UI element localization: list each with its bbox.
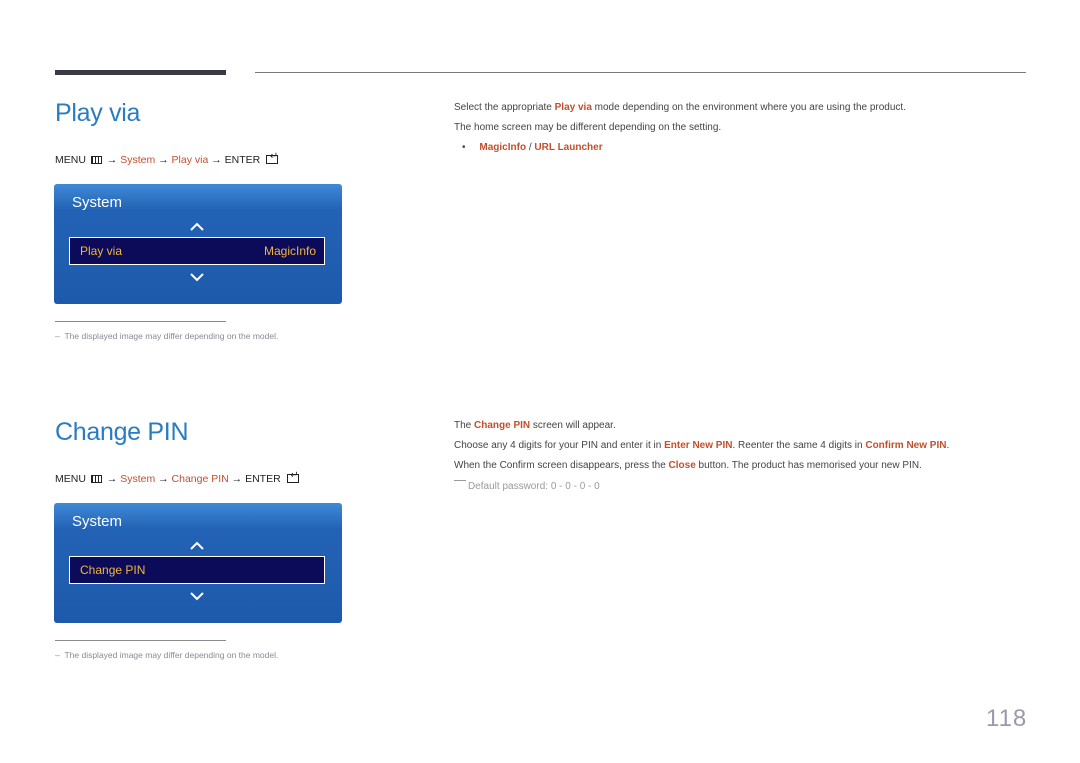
arrow: → (231, 473, 243, 485)
footnote-rule (55, 321, 226, 322)
description-line-1: Select the appropriate Play via mode dep… (454, 102, 906, 113)
text: The (454, 420, 475, 431)
arrow: → (158, 154, 169, 166)
footnote-rule (55, 640, 226, 641)
footnote: – The displayed image may differ dependi… (55, 331, 278, 341)
text: . (946, 440, 950, 451)
chevron-up-icon (190, 222, 204, 231)
description-line-2: The home screen may be different dependi… (454, 122, 722, 133)
chevron-down-icon (190, 273, 204, 282)
osd-row-value: MagicInfo (263, 244, 316, 258)
enter-icon (286, 470, 299, 483)
highlight: Play via (554, 102, 592, 113)
enter-label: ENTER (224, 154, 261, 166)
heading-play-via: Play via (55, 99, 141, 127)
osd-panel-play-via: System Play via MagicInfo (54, 184, 342, 304)
menu-grid-icon (90, 156, 102, 164)
note-default-password: Default password: 0 - 0 - 0 - 0 (454, 480, 600, 492)
heading-change-pin: Change PIN (55, 418, 189, 446)
text: button. The product has memorised your n… (695, 460, 922, 471)
osd-row-label: Change PIN (80, 563, 146, 577)
option-magicinfo: MagicInfo (479, 142, 527, 153)
menu-system: System (120, 154, 156, 166)
option-bullet: • MagicInfo / URL Launcher (462, 142, 603, 153)
menu-item: Play via (171, 154, 209, 166)
osd-title: System (72, 194, 123, 211)
menu-system: System (120, 473, 156, 485)
text: Select the appropriate (454, 102, 555, 113)
section-rule-thin (255, 72, 1026, 73)
osd-panel-change-pin: System Change PIN (54, 503, 342, 623)
osd-selected-row: Play via MagicInfo (69, 237, 325, 265)
osd-row-label: Play via (80, 244, 123, 258)
section-rule-thick (55, 70, 226, 75)
note-text: Default password: 0 - 0 - 0 - 0 (468, 481, 600, 492)
chevron-up-icon (190, 541, 204, 550)
osd-selected-row: Change PIN (69, 556, 325, 584)
osd-title: System (72, 513, 123, 530)
arrow: → (211, 154, 222, 166)
text: Choose any 4 digits for your PIN and ent… (454, 440, 665, 451)
highlight: Enter New PIN (664, 440, 733, 451)
text: screen will appear. (530, 420, 616, 431)
menu-path-play-via: MENU → System → Play via → ENTER (55, 151, 279, 166)
menu-grid-icon (90, 475, 102, 483)
text: mode depending on the environment where … (591, 102, 906, 113)
arrow: → (158, 473, 169, 485)
description-line-3: When the Confirm screen disappears, pres… (454, 460, 922, 471)
highlight: Change PIN (474, 420, 531, 431)
description-line-2: Choose any 4 digits for your PIN and ent… (454, 440, 949, 451)
chevron-down-icon (190, 592, 204, 601)
footnote-text: The displayed image may differ depending… (64, 331, 279, 341)
text: When the Confirm screen disappears, pres… (454, 460, 669, 471)
arrow: → (106, 473, 118, 485)
menu-item: Change PIN (171, 473, 229, 485)
enter-icon (266, 151, 279, 164)
text: . Reenter the same 4 digits in (732, 440, 866, 451)
menu-path-change-pin: MENU → System → Change PIN → ENTER (55, 470, 299, 485)
menu-label: MENU (55, 473, 86, 485)
arrow: → (106, 154, 118, 166)
menu-label: MENU (55, 154, 86, 166)
highlight: Close (668, 460, 696, 471)
page-number: 118 (986, 705, 1028, 732)
enter-label: ENTER (245, 473, 281, 485)
footnote-text: The displayed image may differ depending… (64, 650, 279, 660)
bullet-icon: • (462, 142, 480, 153)
highlight: Confirm New PIN (865, 440, 947, 451)
option-url-launcher: URL Launcher (534, 142, 603, 153)
note-dash-icon (454, 480, 466, 481)
footnote: – The displayed image may differ dependi… (55, 650, 278, 660)
description-line-1: The Change PIN screen will appear. (454, 420, 616, 431)
